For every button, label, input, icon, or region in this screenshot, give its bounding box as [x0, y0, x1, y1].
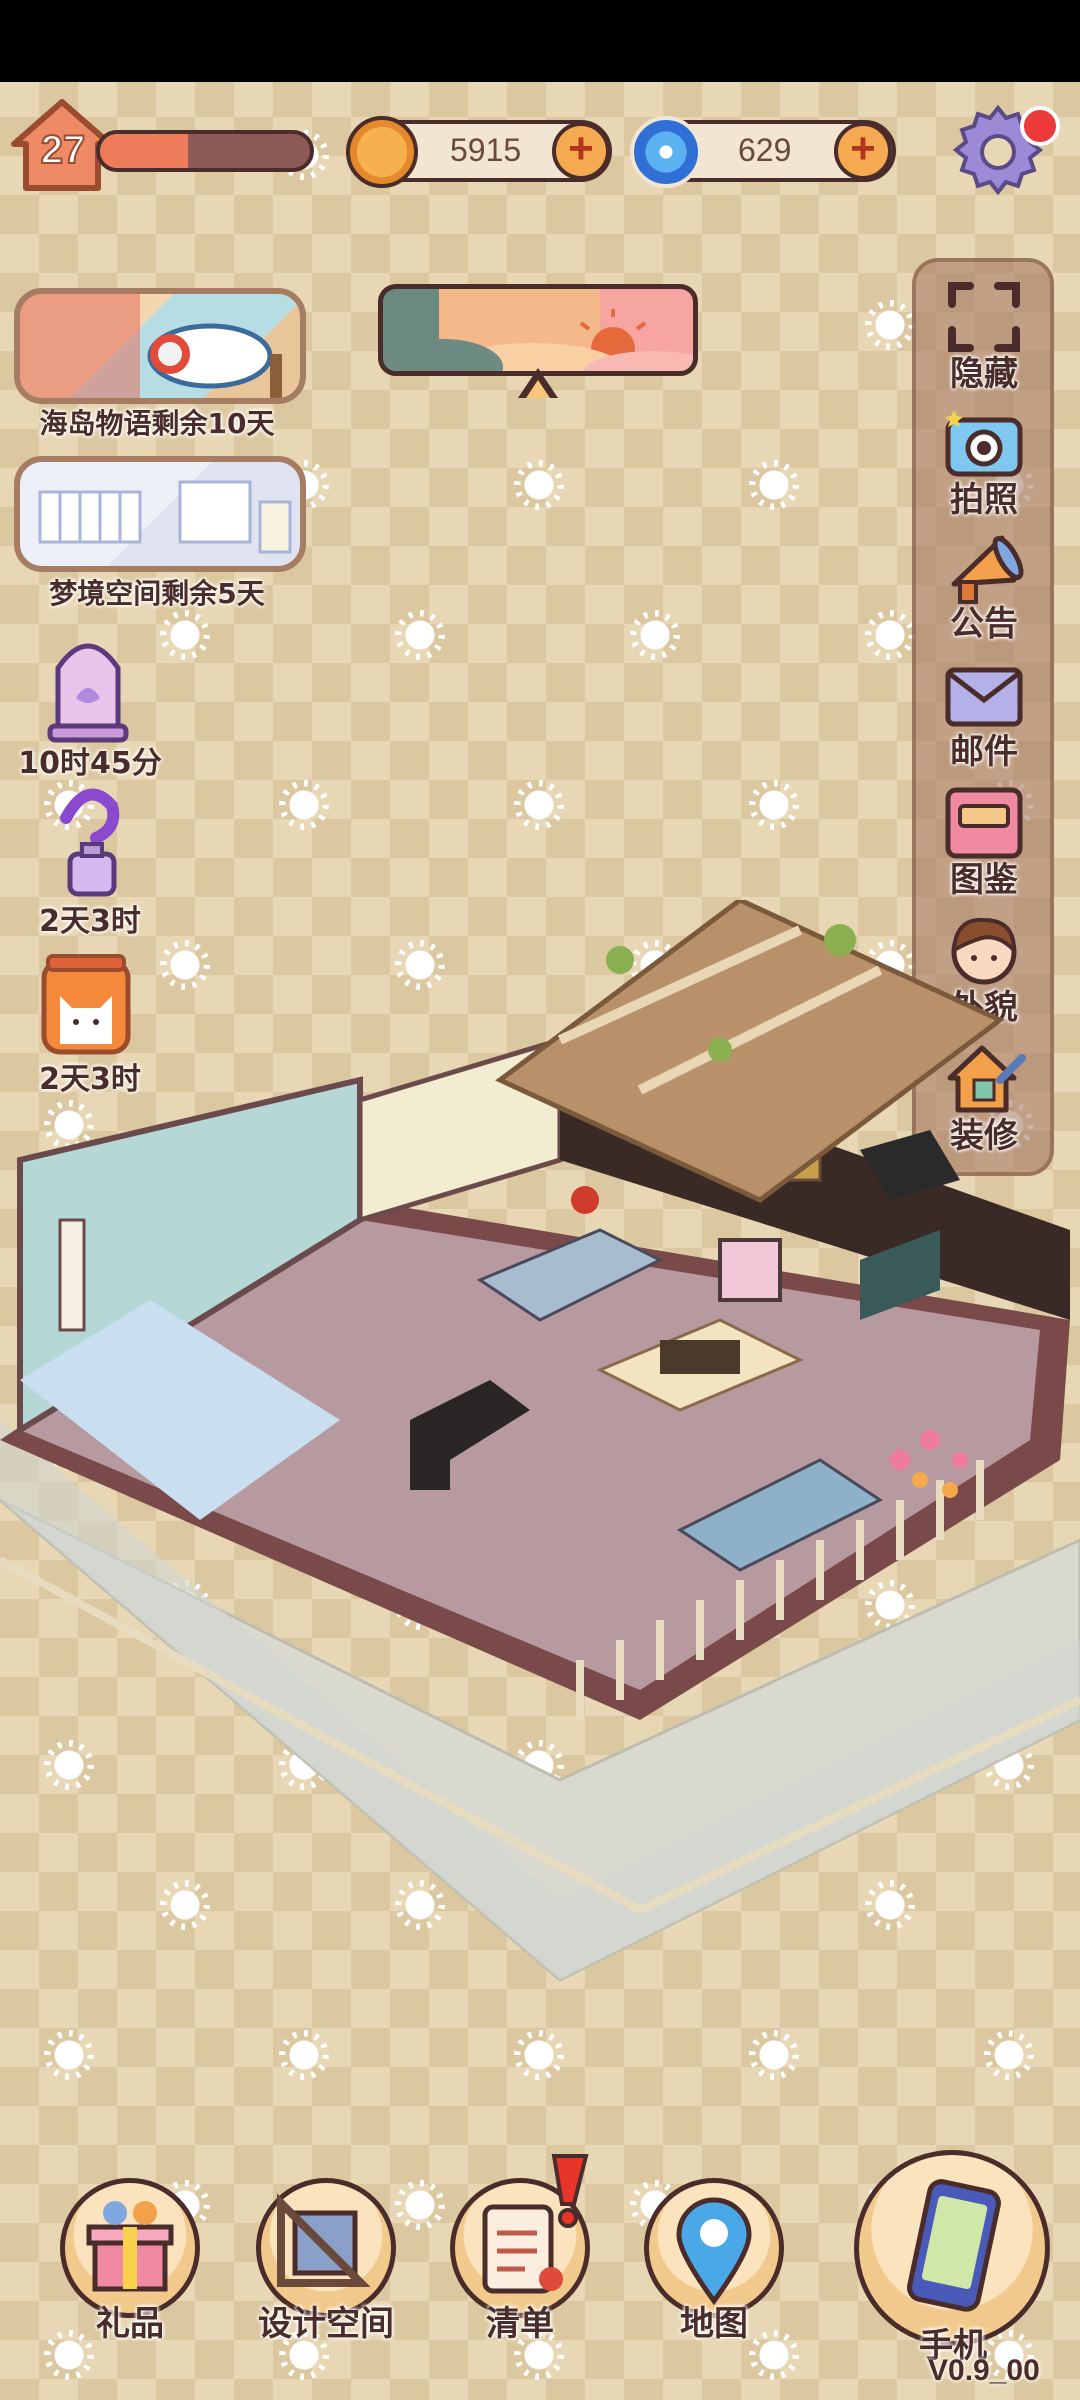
coin-icon [346, 116, 418, 188]
potion-icon[interactable] [48, 788, 132, 898]
sunset-clouds-icon [383, 309, 693, 371]
sun-decoration [514, 2030, 564, 2080]
sun-decoration [514, 780, 564, 830]
camera-icon [945, 410, 1023, 477]
timer-label-1: 10时45分 [18, 746, 162, 781]
sun-decoration [395, 2180, 445, 2230]
album-icon [945, 787, 1023, 859]
announcement-label: 公告 [950, 604, 1018, 644]
sun-decoration [44, 2030, 94, 2080]
settings-notification-dot [1020, 106, 1060, 146]
level-number: 27 [40, 127, 87, 173]
house-room-scene[interactable] [0, 900, 1080, 2000]
sun-decoration [395, 610, 445, 660]
add-gem-button[interactable]: + [834, 122, 892, 180]
hide-ui-button[interactable]: 隐藏 [920, 278, 1048, 396]
sun-decoration [865, 610, 915, 660]
checklist-label: 清单 [486, 2304, 554, 2344]
sun-decoration [630, 610, 680, 660]
checklist-alert-icon [551, 2154, 589, 2228]
album-label: 图鉴 [950, 860, 1018, 900]
album-button[interactable]: 图鉴 [920, 784, 1048, 902]
gift-label: 礼品 [96, 2304, 164, 2344]
camera-label: 拍照 [950, 480, 1018, 520]
xp-bar-fill [100, 134, 189, 168]
sun-decoration [749, 2030, 799, 2080]
event-label-island: 海岛物语剩余10天 [39, 407, 275, 440]
sun-decoration [279, 780, 329, 830]
swirl-gem-icon [630, 116, 702, 188]
event-label-dream: 梦境空间剩余5天 [49, 577, 265, 610]
xp-bar [96, 130, 314, 172]
event-card-dream[interactable] [14, 456, 306, 572]
weather-panel[interactable] [378, 284, 698, 376]
sun-decoration [749, 780, 799, 830]
phone-icon [906, 2179, 1001, 2312]
dream-room-icon [38, 480, 292, 554]
design-space-label: 设计空间 [258, 2304, 394, 2344]
megaphone-icon [951, 535, 1024, 604]
version-text: V0.9_00 [928, 2354, 1040, 2387]
sun-decoration [984, 2030, 1034, 2080]
sun-decoration [749, 460, 799, 510]
phone-button[interactable] [854, 2150, 1050, 2346]
island-boat-icon [20, 294, 282, 398]
sun-decoration [160, 610, 210, 660]
mail-button[interactable]: 邮件 [920, 656, 1048, 774]
sun-decoration [279, 2030, 329, 2080]
hide-ui-label: 隐藏 [950, 354, 1018, 394]
mail-label: 邮件 [950, 732, 1018, 772]
design-ruler-icon [277, 2193, 371, 2287]
coin-value: 5915 [450, 132, 522, 168]
hide-frame-icon [948, 282, 1020, 352]
camera-button[interactable]: 拍照 [920, 404, 1048, 522]
event-card-island[interactable] [14, 288, 306, 404]
map-label: 地图 [680, 2304, 748, 2344]
gift-icon [86, 2201, 174, 2292]
mail-icon [945, 667, 1023, 727]
status-bar [0, 0, 1080, 82]
bell-jar-icon[interactable] [46, 628, 130, 744]
gem-value: 629 [738, 132, 792, 168]
sun-decoration [514, 460, 564, 510]
add-coin-button[interactable]: + [552, 122, 610, 180]
announcement-button[interactable]: 公告 [920, 528, 1048, 646]
sun-decoration [865, 300, 915, 350]
map-pin-icon [676, 2197, 752, 2306]
